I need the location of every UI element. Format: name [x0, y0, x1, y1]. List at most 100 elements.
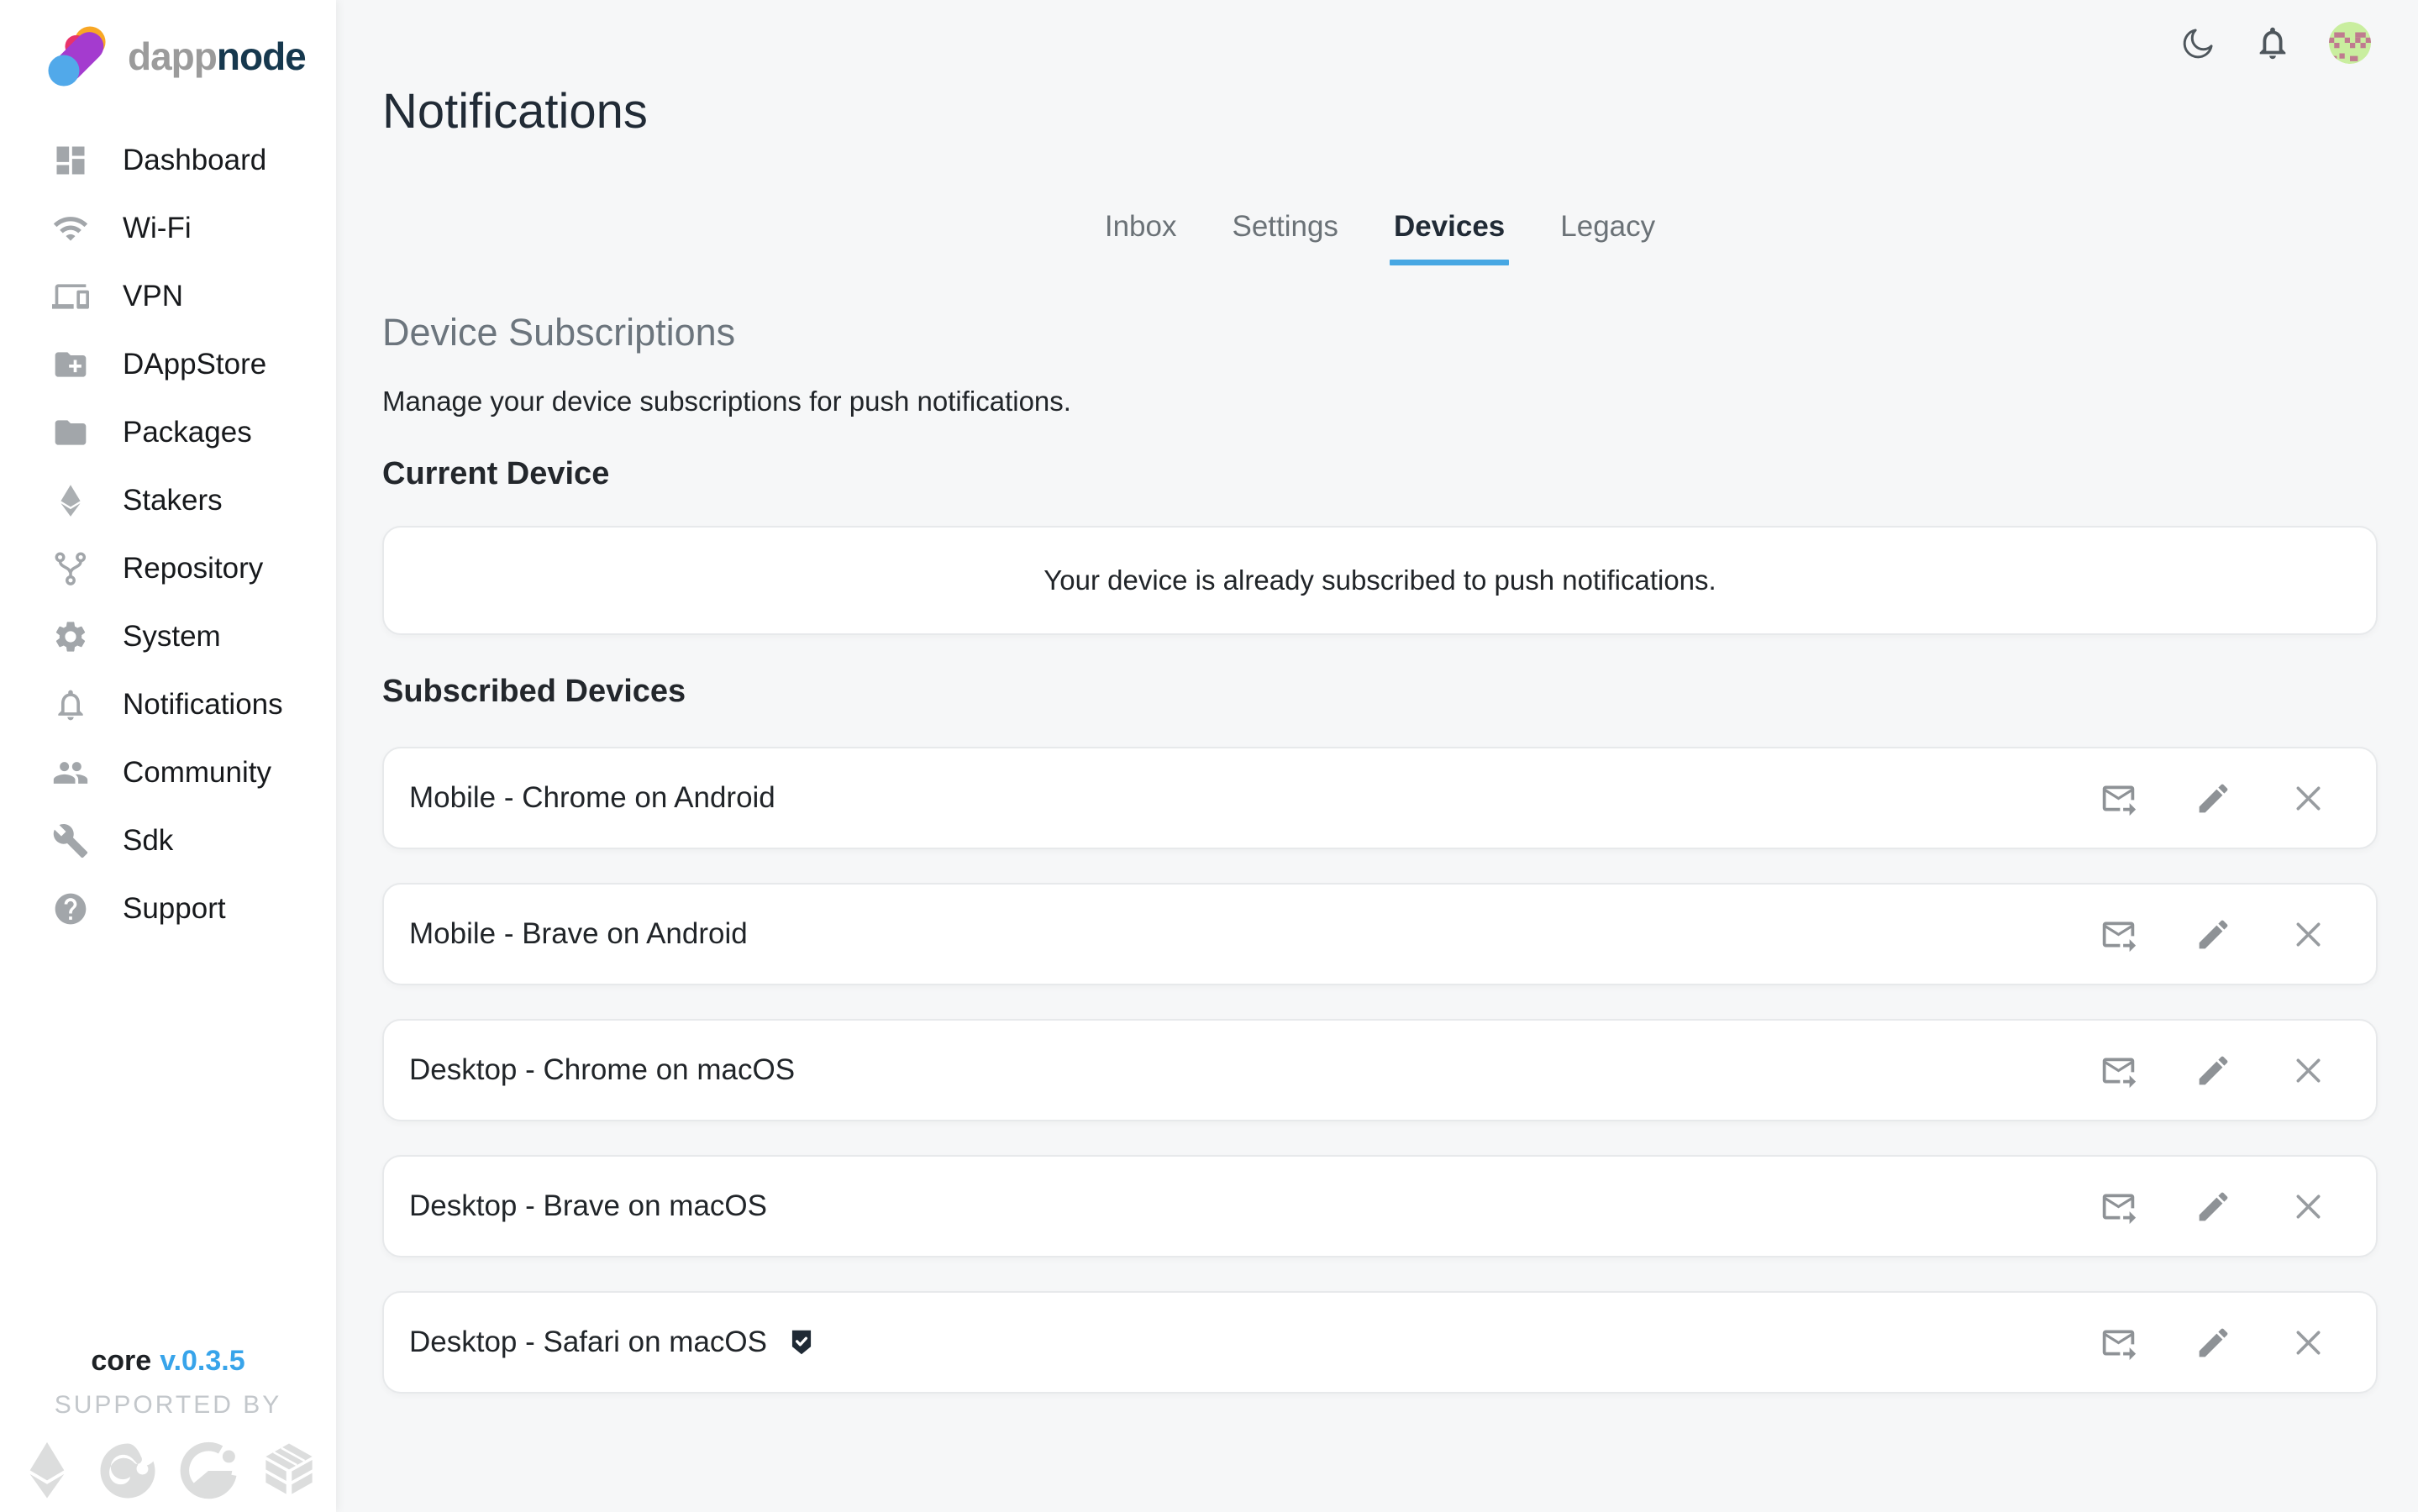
notifications-bell-icon[interactable] — [2253, 24, 2292, 62]
device-row: Desktop - Brave on macOS — [382, 1155, 2378, 1257]
current-device-card: Your device is already subscribed to pus… — [382, 526, 2378, 635]
current-device-heading: Current Device — [382, 456, 2378, 492]
sidebar-item-icon — [52, 890, 89, 927]
partner-logo — [256, 1436, 322, 1505]
sidebar-item-label: System — [123, 620, 221, 654]
section-heading: Device Subscriptions — [382, 311, 2378, 354]
remove-device-button[interactable] — [2289, 1324, 2327, 1362]
sidebar-item-label: VPN — [123, 280, 183, 313]
dark-mode-moon-icon[interactable] — [2181, 25, 2216, 60]
tab[interactable]: Legacy — [1560, 210, 1655, 265]
edit-device-button[interactable] — [2195, 1188, 2232, 1226]
sidebar-nav: Dashboard Wi-Fi VPN DAppStore Packages — [0, 126, 336, 942]
sidebar-item-label: DAppStore — [123, 348, 266, 381]
device-name: Desktop - Brave on macOS — [409, 1189, 767, 1223]
sidebar-item[interactable]: Community — [0, 738, 336, 806]
sidebar-item-label: Repository — [123, 552, 263, 585]
sidebar-item[interactable]: Packages — [0, 398, 336, 466]
current-device-message: Your device is already subscribed to pus… — [1043, 564, 1716, 596]
device-name: Mobile - Brave on Android — [409, 917, 748, 951]
sidebar-item-label: Notifications — [123, 688, 283, 722]
partner-logos — [0, 1436, 336, 1505]
edit-device-button[interactable] — [2195, 780, 2232, 817]
brand-logo[interactable]: dappnode — [0, 25, 336, 87]
device-actions — [2100, 780, 2327, 817]
sidebar-item-icon — [52, 210, 89, 247]
partner-logo — [95, 1436, 160, 1505]
dappnode-wordmark: dappnode — [128, 34, 306, 79]
remove-device-button[interactable] — [2289, 1052, 2327, 1089]
send-test-notification-button[interactable] — [2100, 1324, 2137, 1362]
sidebar-item[interactable]: Repository — [0, 534, 336, 602]
edit-device-button[interactable] — [2195, 916, 2232, 953]
sidebar-item-label: Sdk — [123, 824, 173, 858]
sidebar-item[interactable]: Stakers — [0, 466, 336, 534]
tab-label: Settings — [1232, 210, 1338, 243]
partner-logo — [176, 1436, 241, 1505]
sidebar-item-icon — [52, 822, 89, 859]
sidebar-item-label: Wi-Fi — [123, 212, 192, 245]
device-actions — [2100, 1324, 2327, 1362]
send-test-notification-button[interactable] — [2100, 1052, 2137, 1089]
tab-bar: Inbox Settings Devices Legacy — [382, 210, 2378, 265]
sidebar-item[interactable]: Dashboard — [0, 126, 336, 194]
sidebar-item-icon — [52, 142, 89, 179]
edit-device-button[interactable] — [2195, 1324, 2232, 1362]
sidebar-item-icon — [52, 754, 89, 791]
sidebar-item[interactable]: VPN — [0, 262, 336, 330]
sidebar-item[interactable]: Sdk — [0, 806, 336, 874]
tab[interactable]: Settings — [1232, 210, 1338, 265]
send-test-notification-button[interactable] — [2100, 1188, 2137, 1226]
send-test-notification-button[interactable] — [2100, 916, 2137, 953]
sidebar-item-icon — [52, 346, 89, 383]
dappnode-logo-icon — [47, 25, 109, 87]
sidebar-item-icon — [52, 686, 89, 723]
sidebar-item-icon — [52, 482, 89, 519]
tab-label: Legacy — [1560, 210, 1655, 243]
send-test-notification-button[interactable] — [2100, 780, 2137, 817]
partner-logo — [14, 1436, 80, 1505]
tab[interactable]: Devices — [1394, 210, 1505, 265]
sidebar-item-label: Support — [123, 892, 226, 926]
sidebar-item-icon — [52, 414, 89, 451]
sidebar-item[interactable]: DAppStore — [0, 330, 336, 398]
device-row: Desktop - Safari on macOS — [382, 1291, 2378, 1394]
section-description: Manage your device subscriptions for pus… — [382, 386, 2378, 417]
sidebar: dappnode Dashboard Wi-Fi VPN DAppStore — [0, 0, 336, 1512]
tab[interactable]: Inbox — [1105, 210, 1177, 265]
main-content: Notifications Inbox Settings Devices Leg… — [336, 0, 2418, 1512]
core-label: core — [91, 1345, 151, 1377]
device-actions — [2100, 1052, 2327, 1089]
device-name: Desktop - Chrome on macOS — [409, 1053, 795, 1087]
edit-device-button[interactable] — [2195, 1052, 2232, 1089]
device-actions — [2100, 1188, 2327, 1226]
remove-device-button[interactable] — [2289, 780, 2327, 817]
sidebar-item-label: Packages — [123, 416, 252, 449]
core-version-link[interactable]: v.0.3.5 — [160, 1345, 244, 1377]
page-title: Notifications — [382, 87, 2378, 138]
sidebar-item-icon — [52, 550, 89, 587]
sidebar-item-icon — [52, 278, 89, 315]
sidebar-item[interactable]: Notifications — [0, 670, 336, 738]
device-name: Desktop - Safari on macOS — [409, 1326, 767, 1359]
sidebar-item[interactable]: System — [0, 602, 336, 670]
sidebar-footer: core v.0.3.5 SUPPORTED BY — [0, 1345, 336, 1512]
device-row: Mobile - Chrome on Android — [382, 747, 2378, 849]
sidebar-item[interactable]: Support — [0, 874, 336, 942]
device-row: Desktop - Chrome on macOS — [382, 1019, 2378, 1121]
tab-label: Devices — [1394, 210, 1505, 243]
verified-badge-icon — [786, 1326, 817, 1358]
device-name: Mobile - Chrome on Android — [409, 781, 775, 815]
remove-device-button[interactable] — [2289, 916, 2327, 953]
supported-by-label: SUPPORTED BY — [0, 1391, 336, 1420]
sidebar-item-label: Stakers — [123, 484, 223, 517]
device-actions — [2100, 916, 2327, 953]
topbar-icons — [2181, 22, 2371, 64]
device-list: Mobile - Chrome on Android Mobile - Brav… — [382, 747, 2378, 1394]
tab-label: Inbox — [1105, 210, 1177, 243]
remove-device-button[interactable] — [2289, 1188, 2327, 1226]
subscribed-devices-heading: Subscribed Devices — [382, 674, 2378, 710]
device-row: Mobile - Brave on Android — [382, 883, 2378, 985]
user-avatar[interactable] — [2329, 22, 2371, 64]
sidebar-item[interactable]: Wi-Fi — [0, 194, 336, 262]
